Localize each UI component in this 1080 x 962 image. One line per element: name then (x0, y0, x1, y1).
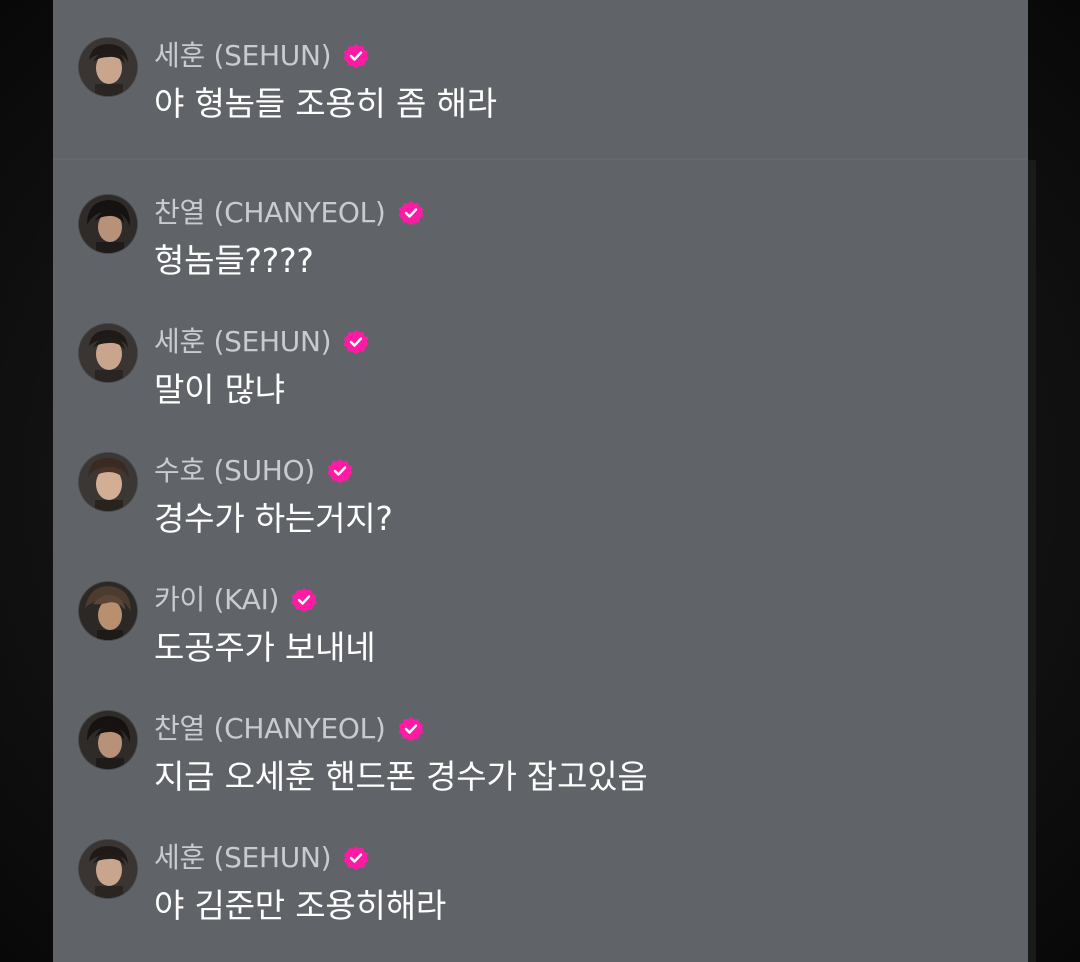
verified-check-icon (327, 459, 353, 483)
panel-seam (53, 158, 1028, 160)
message-text: 도공주가 보내네 (154, 628, 376, 667)
verified-check-icon (398, 201, 424, 225)
message-text: 지금 오세훈 핸드폰 경수가 잡고있음 (154, 757, 648, 796)
sender-name[interactable]: 세훈 (SEHUN) (154, 326, 332, 358)
sehun-avatar[interactable] (79, 324, 137, 382)
verified-check-icon (343, 846, 369, 870)
suho-avatar[interactable] (79, 453, 137, 511)
sehun-avatar[interactable] (79, 38, 137, 96)
chanyeol-avatar[interactable] (79, 711, 137, 769)
sehun-avatar[interactable] (79, 840, 137, 898)
sender-name[interactable]: 카이 (KAI) (154, 584, 279, 616)
sender-name[interactable]: 세훈 (SEHUN) (154, 842, 332, 874)
verified-check-icon (343, 330, 369, 354)
chat-message: 수호 (SUHO) 경수가 하는거지? (79, 453, 1019, 553)
chanyeol-avatar[interactable] (79, 195, 137, 253)
sender-name[interactable]: 찬열 (CHANYEOL) (154, 197, 386, 229)
message-text: 형놈들???? (154, 241, 314, 280)
sender-name[interactable]: 수호 (SUHO) (154, 455, 315, 487)
message-text: 야 형놈들 조용히 좀 해라 (154, 84, 497, 123)
message-text: 말이 많냐 (154, 370, 285, 409)
chat-message: 찬열 (CHANYEOL) 지금 오세훈 핸드폰 경수가 잡고있음 (79, 711, 1019, 811)
chat-message: 카이 (KAI) 도공주가 보내네 (79, 582, 1019, 682)
chat-message: 찬열 (CHANYEOL) 형놈들???? (79, 195, 1019, 295)
verified-check-icon (291, 588, 317, 612)
kai-avatar[interactable] (79, 582, 137, 640)
chat-message: 세훈 (SEHUN) 야 김준만 조용히해라 (79, 840, 1019, 940)
verified-check-icon (398, 717, 424, 741)
chat-message: 세훈 (SEHUN) 말이 많냐 (79, 324, 1019, 424)
message-text: 경수가 하는거지? (154, 499, 393, 538)
sender-name[interactable]: 세훈 (SEHUN) (154, 40, 332, 72)
verified-check-icon (343, 44, 369, 68)
message-text: 야 김준만 조용히해라 (154, 886, 447, 925)
sender-name[interactable]: 찬열 (CHANYEOL) (154, 713, 386, 745)
panel-edge (1028, 160, 1036, 962)
chat-message: 세훈 (SEHUN) 야 형놈들 조용히 좀 해라 (79, 38, 1019, 138)
